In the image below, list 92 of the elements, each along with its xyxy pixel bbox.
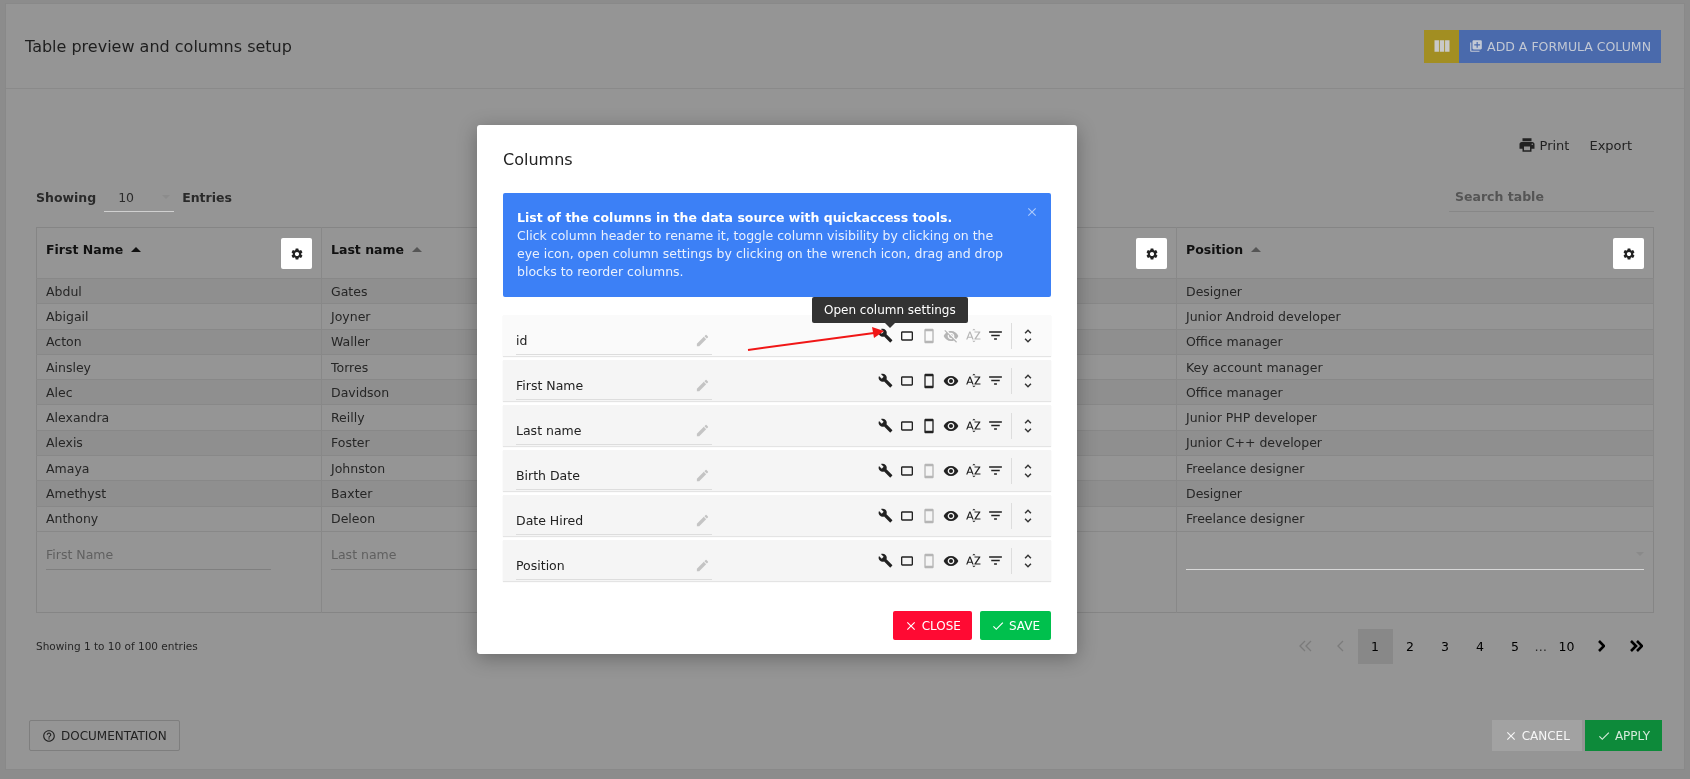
entries-info: Showing 1 to 10 of 100 entries — [36, 640, 198, 653]
sort-alpha-icon — [964, 417, 982, 434]
table-cell: Junior C++ developer — [1176, 430, 1654, 456]
double-chevron-right-icon — [1630, 640, 1643, 653]
settings-button[interactable] — [281, 238, 312, 269]
pencil-icon — [695, 377, 710, 393]
page-button[interactable]: 4 — [1462, 628, 1498, 664]
wrench-icon — [877, 328, 893, 343]
column-header-label[interactable]: Last name — [331, 241, 404, 257]
info-text: Click column header to rename it, toggle column visibility by clicking on the eye icon, open column settings by clicking on the wrench icon, drag and drop blocks to reorder columns. — [517, 227, 1004, 281]
wrench-icon — [877, 508, 893, 523]
table-cell: Junior PHP developer — [1176, 405, 1654, 431]
info-heading: List of the columns in the data source with quickaccess tools. — [517, 209, 954, 227]
table-cell: Freelance designer — [1176, 455, 1654, 481]
settings-button[interactable] — [1613, 238, 1644, 269]
page-title: Table preview and columns setup — [25, 36, 292, 56]
chevron-right-icon — [1598, 640, 1605, 653]
settings-button[interactable] — [1136, 238, 1167, 269]
table-cell: Designer — [1176, 480, 1654, 507]
settings-icon — [1144, 246, 1159, 261]
table-cell: Office manager — [1176, 329, 1654, 355]
sort-alpha-icon — [964, 462, 982, 479]
sort-alpha-icon — [964, 372, 982, 389]
page-button[interactable]: 5 — [1497, 628, 1533, 664]
columns-button[interactable] — [1424, 29, 1460, 63]
table-cell: Amaya — [36, 455, 322, 481]
wrench-icon — [877, 463, 893, 478]
mobile-icon — [921, 462, 937, 479]
pencil-icon — [695, 557, 710, 573]
print-link[interactable]: Print — [1517, 136, 1570, 154]
table-cell: Office manager — [1176, 379, 1654, 405]
table-cell: Designer — [1176, 278, 1654, 304]
page-button[interactable]: 1 — [1357, 628, 1393, 664]
pencil-icon — [695, 467, 710, 483]
sort-alpha-icon — [964, 327, 982, 344]
column-name-field[interactable]: id — [516, 324, 712, 355]
close-button[interactable]: CLOSE — [892, 611, 972, 640]
entries-select[interactable]: 10 — [104, 183, 175, 212]
table-cell: Alexandra — [36, 405, 322, 431]
add-formula-column-button[interactable]: ADD A FORMULA COLUMN — [1459, 29, 1661, 63]
table-cell: Freelance designer — [1176, 506, 1654, 532]
column-name-field[interactable]: Position — [516, 549, 712, 580]
table-cell: Acton — [36, 329, 322, 355]
table-cell: Ainsley — [36, 354, 322, 380]
wrench-icon — [877, 418, 893, 433]
add-layer-icon — [1469, 39, 1484, 53]
wrench-icon — [877, 373, 893, 388]
column-name-field[interactable]: Date Hired — [516, 504, 712, 535]
mobile-icon — [921, 372, 937, 389]
settings-icon — [1621, 246, 1636, 261]
mobile-icon — [921, 552, 937, 569]
print-icon — [1517, 136, 1536, 154]
apply-button[interactable]: APPLY — [1584, 720, 1662, 751]
column-header-label[interactable]: Position — [1186, 241, 1244, 257]
column-name-field[interactable]: Birth Date — [516, 459, 712, 490]
chevron-left-icon — [1336, 640, 1344, 653]
page-button[interactable]: 3 — [1427, 628, 1463, 664]
pencil-icon — [695, 512, 710, 528]
showing-label: Showing — [36, 190, 97, 205]
tooltip: Open column settings — [812, 297, 968, 328]
column-name-field[interactable]: First Name — [516, 369, 712, 400]
table-cell: Abdul — [36, 278, 322, 304]
help-icon — [42, 728, 56, 743]
wrench-icon — [877, 553, 893, 568]
documentation-button[interactable]: DOCUMENTATION — [29, 720, 180, 751]
settings-icon — [289, 246, 304, 261]
column-name-field[interactable]: Last name — [516, 414, 712, 445]
pencil-icon — [695, 332, 710, 348]
close-icon — [1025, 205, 1039, 219]
dialog-title: Columns — [503, 150, 574, 169]
export-link[interactable]: Export — [1589, 136, 1632, 154]
table-cell: Amethyst — [36, 480, 322, 507]
table-cell: Alexis — [36, 430, 322, 456]
eye-off-icon — [943, 327, 959, 344]
pencil-icon — [695, 422, 710, 438]
mobile-icon — [921, 417, 937, 434]
sort-alpha-icon — [964, 552, 982, 569]
table-cell: Anthony — [36, 506, 322, 532]
column-header-label[interactable]: First Name — [46, 241, 124, 257]
entries-label: Entries — [182, 190, 232, 205]
search-field[interactable]: Search table — [1449, 182, 1654, 212]
page-button[interactable]: 2 — [1392, 628, 1428, 664]
page-button[interactable]: 10 — [1549, 628, 1584, 664]
pagination-ellipsis: … — [1533, 638, 1548, 654]
table-cell: Alec — [36, 379, 322, 405]
sort-alpha-icon — [964, 507, 982, 524]
double-chevron-left-icon — [1298, 640, 1312, 653]
table-cell: Key account manager — [1176, 354, 1654, 380]
table-cell: Abigail — [36, 303, 322, 330]
mobile-icon — [921, 327, 937, 344]
mobile-icon — [921, 507, 937, 524]
table-cell: Junior Android developer — [1176, 303, 1654, 330]
